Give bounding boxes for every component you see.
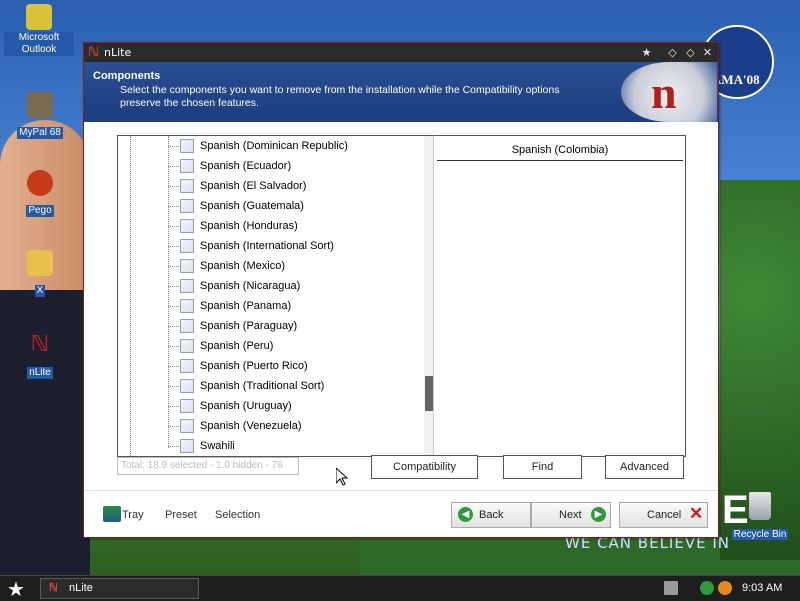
desktop-icon-outlook[interactable]: Microsoft Outlook <box>4 4 74 56</box>
wallpaper-logo-text: AMA'08 <box>712 72 760 87</box>
desktop-icon-label: X <box>34 285 46 297</box>
compatibility-button[interactable]: Compatibility <box>371 455 478 479</box>
checkbox[interactable] <box>180 259 194 273</box>
separator <box>84 490 718 491</box>
components-tree[interactable]: Spanish (Dominican Republic) Spanish (Ec… <box>117 135 435 457</box>
back-button[interactable]: ◀ Back <box>451 502 531 528</box>
list-item[interactable]: Spanish (Panama) <box>168 296 418 316</box>
desktop-icon-label: Recycle Bin <box>731 529 789 540</box>
page-description: Select the components you want to remove… <box>120 84 560 109</box>
close-icon: ✕ <box>689 504 704 523</box>
desktop-icon-pego[interactable]: Pego <box>5 170 75 217</box>
component-info-title: Spanish (Colombia) <box>437 140 683 161</box>
title-bar[interactable]: ℕ nLite ★ ◇ ◇ ✕ <box>84 43 718 62</box>
list-item[interactable]: Spanish (Nicaragua) <box>168 276 418 296</box>
recycle-bin-icon <box>749 492 771 520</box>
clock: 9:03 AM <box>742 582 783 594</box>
list-item[interactable]: Spanish (Dominican Republic) <box>168 136 418 156</box>
search-icon[interactable] <box>718 581 732 595</box>
checkbox[interactable] <box>180 219 194 233</box>
pego-icon <box>27 170 53 196</box>
checkbox[interactable] <box>180 279 194 293</box>
checkbox[interactable] <box>180 179 194 193</box>
component-info-panel: Spanish (Colombia) <box>433 135 686 457</box>
list-item[interactable]: Spanish (Ecuador) <box>168 156 418 176</box>
checkbox[interactable] <box>180 399 194 413</box>
nlite-logo-icon: ℕ <box>88 45 99 60</box>
checkbox[interactable] <box>180 359 194 373</box>
mouse-cursor-icon <box>336 468 348 486</box>
list-item[interactable]: Spanish (Peru) <box>168 336 418 356</box>
desktop-icon-label: MyPal 68 <box>17 127 63 139</box>
list-item[interactable]: Spanish (International Sort) <box>168 236 418 256</box>
list-item[interactable]: Spanish (Puerto Rico) <box>168 356 418 376</box>
checkbox[interactable] <box>180 139 194 153</box>
cancel-button-label: Cancel <box>647 509 682 521</box>
page-header: Components Select the components you wan… <box>84 62 718 122</box>
cancel-button[interactable]: Cancel ✕ <box>619 502 708 528</box>
list-item[interactable]: Spanish (Honduras) <box>168 216 418 236</box>
star-icon[interactable]: ★ <box>640 46 653 59</box>
taskbar: ★ ℕ nLite 9:03 AM <box>0 575 800 601</box>
list-item[interactable]: Spanish (Guatemala) <box>168 196 418 216</box>
back-arrow-icon: ◀ <box>458 507 473 522</box>
nlite-window: ℕ nLite ★ ◇ ◇ ✕ Components Select the co… <box>83 42 719 538</box>
taskbar-item-nlite[interactable]: ℕ nLite <box>40 578 199 599</box>
tray-icon <box>103 506 121 522</box>
maximize-button[interactable]: ◇ <box>684 46 697 59</box>
checkbox[interactable] <box>180 379 194 393</box>
folder-icon <box>27 250 53 276</box>
taskbar-item-label: nLite <box>69 582 93 594</box>
checkbox[interactable] <box>180 239 194 253</box>
desktop-icon-nlite[interactable]: ℕ nLite <box>5 332 75 379</box>
keyboard-icon[interactable] <box>664 581 678 595</box>
network-icon[interactable] <box>700 581 714 595</box>
find-button[interactable]: Find <box>503 455 582 479</box>
close-button[interactable]: ✕ <box>701 46 714 59</box>
selection-status: Total: 18.9 selected - 1.0 hidden - 76 <box>117 457 299 475</box>
desktop-icon-label: Microsoft Outlook <box>4 32 74 56</box>
outlook-icon <box>26 4 52 30</box>
window-title: nLite <box>104 46 132 59</box>
checkbox[interactable] <box>180 159 194 173</box>
mypal-icon <box>27 92 53 118</box>
list-item[interactable]: Spanish (Mexico) <box>168 256 418 276</box>
desktop-icon-label: Pego <box>26 205 54 217</box>
next-arrow-icon: ▶ <box>591 507 606 522</box>
list-item[interactable]: Spanish (Venezuela) <box>168 416 418 436</box>
page-title: Components <box>93 70 161 82</box>
list-item[interactable]: Spanish (Paraguay) <box>168 316 418 336</box>
list-item[interactable]: Spanish (Uruguay) <box>168 396 418 416</box>
desktop-icon-x[interactable]: X <box>5 250 75 297</box>
tray-button[interactable]: Tray <box>122 509 144 521</box>
checkbox[interactable] <box>180 319 194 333</box>
start-button[interactable]: ★ <box>5 578 27 600</box>
list-item[interactable]: Swahili <box>168 436 418 456</box>
nlite-icon: ℕ <box>30 332 50 357</box>
back-button-label: Back <box>479 509 504 521</box>
checkbox[interactable] <box>180 419 194 433</box>
scrollbar-thumb[interactable] <box>425 376 433 411</box>
next-button-label: Next <box>559 509 582 521</box>
desktop-icon-label: nLite <box>27 367 53 379</box>
checkbox[interactable] <box>180 439 194 453</box>
selection-button[interactable]: Selection <box>215 509 260 521</box>
desktop-icon-recycle-bin[interactable]: Recycle Bin <box>730 492 790 541</box>
next-button[interactable]: Next ▶ <box>531 502 611 528</box>
list-item[interactable]: Spanish (Traditional Sort) <box>168 376 418 396</box>
list-item[interactable]: Spanish (El Salvador) <box>168 176 418 196</box>
checkbox[interactable] <box>180 339 194 353</box>
tree-line <box>130 136 131 456</box>
nlite-header-logo: n <box>621 62 717 122</box>
desktop-icon-mypal[interactable]: MyPal 68 <box>5 92 75 139</box>
minimize-button[interactable]: ◇ <box>666 46 679 59</box>
preset-button[interactable]: Preset <box>165 509 197 521</box>
checkbox[interactable] <box>180 199 194 213</box>
nlite-icon: ℕ <box>49 582 58 594</box>
checkbox[interactable] <box>180 299 194 313</box>
advanced-button[interactable]: Advanced <box>605 455 684 479</box>
